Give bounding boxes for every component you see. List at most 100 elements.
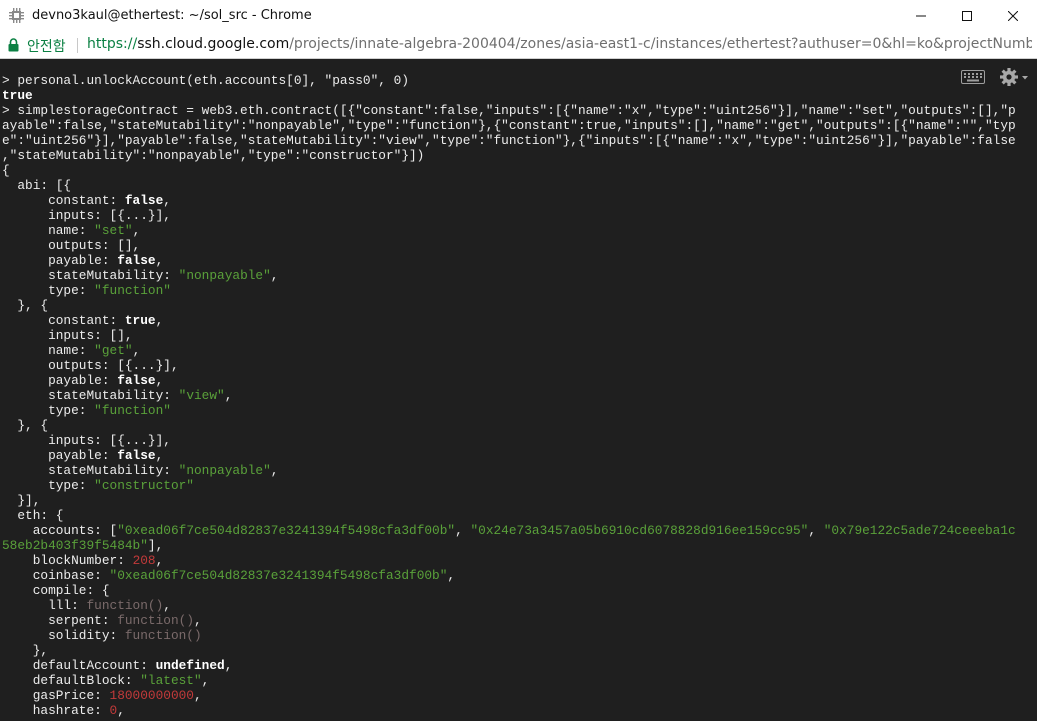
terminal-text-segment: defaultBlock:	[2, 673, 141, 688]
terminal-text-segment: }, {	[2, 298, 49, 313]
terminal-text-segment: "constructor"	[94, 478, 194, 493]
terminal-line: > simplestorageContract = web3.eth.contr…	[2, 103, 1016, 118]
terminal-text-segment: hashrate:	[2, 703, 110, 718]
terminal-text-segment: ],	[147, 538, 164, 553]
terminal-text-segment: ,"stateMutability":"nonpayable","type":"…	[2, 148, 425, 163]
terminal-line: stateMutability: "nonpayable",	[2, 463, 278, 478]
terminal-text-segment: coinbase:	[2, 568, 110, 583]
terminal-line: type: "function"	[2, 403, 171, 418]
close-button[interactable]	[990, 0, 1036, 32]
terminal-text-segment: false	[124, 193, 164, 208]
terminal-line: compile: {	[2, 583, 110, 598]
terminal-line: outputs: [],	[2, 238, 140, 253]
terminal-line: constant: false,	[2, 193, 171, 208]
terminal-line: }, {	[2, 418, 48, 433]
url-path: /projects/innate-algebra-200404/zones/as…	[289, 36, 1032, 52]
terminal-text-segment: outputs: [],	[2, 238, 141, 253]
terminal-line: abi: [{	[2, 178, 71, 193]
terminal-text-segment: 18000000000	[109, 688, 194, 703]
chrome-window: devno3kaul@ethertest: ~/sol_src - Chrome…	[0, 0, 1037, 721]
terminal-text-segment: function()	[124, 628, 202, 643]
terminal-line: outputs: [{...}],	[2, 358, 179, 373]
address-bar[interactable]: 안전함 https://ssh.cloud.google.com/project…	[0, 32, 1037, 59]
terminal-text-segment: "view"	[178, 388, 225, 403]
terminal-line: payable: false,	[2, 448, 163, 463]
terminal-text-segment: "function"	[94, 283, 171, 298]
terminal-text-segment: {	[2, 163, 10, 178]
terminal-line: constant: true,	[2, 313, 163, 328]
url-host: ssh.cloud.google.com	[137, 36, 290, 52]
terminal-line: ayable":false,"stateMutability":"nonpaya…	[2, 118, 1016, 133]
terminal-text-segment: > personal.unlockAccount(eth.accounts[0]…	[2, 73, 410, 88]
terminal-line: }, {	[2, 298, 48, 313]
terminal-text-segment: stateMutability:	[2, 463, 179, 478]
terminal-text-segment: }, {	[2, 418, 49, 433]
title-bar[interactable]: devno3kaul@ethertest: ~/sol_src - Chrome	[0, 0, 1037, 32]
terminal-text-segment: blockNumber:	[2, 553, 133, 568]
terminal-text-segment: },	[2, 643, 49, 658]
terminal-text-segment: constant:	[2, 313, 125, 328]
terminal-text-segment: type:	[2, 403, 95, 418]
terminal-line: name: "get",	[2, 343, 140, 358]
terminal-text-segment: inputs: [{...}],	[2, 208, 171, 223]
terminal-text-segment: payable:	[2, 253, 118, 268]
terminal-text-segment: e":"uint256"}],"payable":false,"stateMut…	[2, 133, 1016, 148]
terminal-text-segment: undefined	[155, 658, 225, 673]
terminal-text-segment: ,	[132, 343, 141, 358]
terminal-text-segment: inputs: [{...}],	[2, 433, 171, 448]
url-field[interactable]: https://ssh.cloud.google.com/projects/in…	[87, 36, 1032, 52]
terminal-line: }],	[2, 493, 40, 508]
gear-icon[interactable]	[999, 67, 1029, 92]
terminal-text-segment: ,	[224, 658, 233, 673]
minimize-button[interactable]	[898, 0, 944, 32]
terminal-text-segment: false	[117, 253, 156, 268]
terminal-text-segment: ,	[155, 448, 164, 463]
terminal-line: eth: {	[2, 508, 63, 523]
terminal-line: defaultBlock: "latest",	[2, 673, 210, 688]
keyboard-icon[interactable]	[961, 70, 985, 89]
terminal-text-segment: solidity:	[2, 628, 125, 643]
terminal-text-segment: type:	[2, 478, 95, 493]
secure-label[interactable]: 안전함	[27, 36, 66, 56]
terminal-text-segment: lll:	[2, 598, 87, 613]
terminal-line: type: "function"	[2, 283, 171, 298]
terminal-text-segment: ,	[132, 223, 141, 238]
terminal-line: stateMutability: "nonpayable",	[2, 268, 278, 283]
maximize-icon	[962, 11, 972, 21]
lock-icon[interactable]	[8, 38, 19, 57]
terminal-text-segment: accounts: [	[2, 523, 118, 538]
terminal-text-segment: gasPrice:	[2, 688, 110, 703]
terminal-text-segment: false	[117, 448, 156, 463]
terminal-line: serpent: function(),	[2, 613, 202, 628]
app-chip-icon	[9, 8, 24, 23]
terminal-text-segment: true	[2, 88, 33, 103]
terminal-text-segment: "0xead06f7ce504d82837e3241394f5498cfa3df…	[109, 568, 448, 583]
terminal-text-segment: ,	[194, 688, 202, 703]
terminal-text-segment: compile: {	[2, 583, 110, 598]
terminal-line: stateMutability: "view",	[2, 388, 232, 403]
terminal-line: 58eb2b403f39f5484b"],	[2, 538, 163, 553]
terminal-text-segment: ,	[155, 313, 164, 328]
terminal-text-segment: ,	[808, 523, 824, 538]
terminal-line: type: "constructor"	[2, 478, 194, 493]
terminal-line: payable: false,	[2, 253, 163, 268]
terminal-text-segment: function()	[117, 613, 194, 628]
terminal-line: inputs: [{...}],	[2, 433, 171, 448]
terminal-line: blockNumber: 208,	[2, 553, 164, 568]
terminal-text-segment: name:	[2, 343, 95, 358]
terminal-text-segment: ,	[163, 193, 171, 208]
terminal-line: lll: function(),	[2, 598, 171, 613]
terminal-text-segment: ,	[163, 598, 171, 613]
terminal-text-segment: stateMutability:	[2, 388, 179, 403]
terminal-text-segment: constant:	[2, 193, 125, 208]
window-title: devno3kaul@ethertest: ~/sol_src - Chrome	[32, 8, 312, 23]
terminal-text-segment: ,	[194, 613, 202, 628]
terminal-text-segment: false	[117, 373, 156, 388]
terminal-text-segment: stateMutability:	[2, 268, 179, 283]
terminal-line: name: "set",	[2, 223, 140, 238]
maximize-button[interactable]	[944, 0, 990, 32]
terminal-text-segment: ,	[455, 523, 471, 538]
terminal-output[interactable]: > personal.unlockAccount(eth.accounts[0]…	[0, 59, 1037, 721]
terminal-text-segment: "0x24e73a3457a05b6910cd6078828d916ee159c…	[470, 523, 809, 538]
terminal-line: e":"uint256"}],"payable":false,"stateMut…	[2, 133, 1016, 148]
